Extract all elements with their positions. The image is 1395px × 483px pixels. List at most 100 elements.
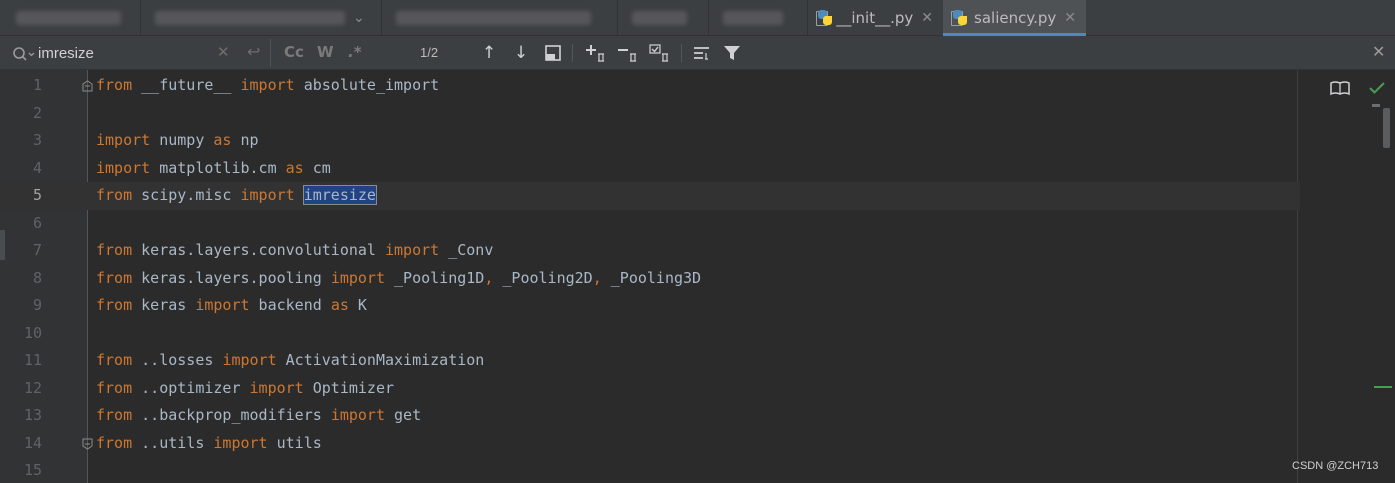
line-number: 14	[23, 433, 42, 452]
add-selection-icon[interactable]	[584, 42, 606, 64]
line-number: 4	[32, 158, 42, 177]
keyword-token: import	[330, 268, 385, 287]
blurred-tab-label	[723, 11, 783, 25]
code-lines: 1 from __future__ import absolute_import 2…	[0, 72, 1300, 483]
code-line[interactable]: 12 from ..optimizer import Optimizer	[0, 375, 1300, 403]
code-text: from ..optimizer import Optimizer	[96, 375, 394, 403]
keyword-token: from	[96, 406, 133, 424]
blurred-tab-label	[155, 11, 345, 25]
watermark: CSDN @ZCH713	[1292, 460, 1379, 472]
identifier-token: cm	[303, 158, 331, 177]
keyword-token: from	[96, 378, 133, 397]
keyword-token: import	[222, 351, 277, 369]
tab-blurred-1[interactable]	[0, 0, 140, 36]
identifier-token: ActivationMaximization	[276, 351, 485, 369]
tab-saliency-py[interactable]: saliency.py ✕	[943, 0, 1086, 36]
code-text: from ..utils import utils	[96, 430, 322, 458]
reader-mode-icon[interactable]	[1330, 80, 1350, 96]
keyword-token: from	[96, 76, 133, 94]
keyword-token: import	[96, 131, 151, 149]
search-input[interactable]	[38, 42, 213, 64]
keyword-token: from	[96, 268, 133, 287]
code-line[interactable]: 8 from keras.layers.pooling import _Pooli…	[0, 265, 1300, 293]
keyword-token: import	[330, 406, 385, 424]
tab-blurred-5[interactable]	[709, 0, 807, 36]
identifier-token: _Pooling2D	[493, 268, 593, 287]
code-text: from ..backprop_modifiers import get	[96, 402, 421, 430]
identifier-token	[295, 186, 304, 204]
code-line[interactable]: 11 from ..losses import ActivationMaximiz…	[0, 347, 1300, 375]
find-toolbar: ✕ ↩ Cc W .* 1/2 ↑ ↓ ✕	[0, 36, 1395, 70]
identifier-token: ..optimizer	[132, 378, 250, 397]
identifier-token: _Pooling3D	[601, 268, 702, 287]
tab-init-py[interactable]: __init__.py ✕	[808, 0, 943, 36]
search-icon[interactable]	[12, 46, 36, 62]
identifier-token: Optimizer	[303, 378, 395, 397]
code-line[interactable]: 15	[0, 457, 1300, 483]
fold-icon[interactable]	[82, 438, 93, 450]
code-line[interactable]: 14 from ..utils import utils	[0, 430, 1300, 458]
identifier-token: ..backprop_modifiers	[132, 406, 331, 424]
arrow-up-icon[interactable]: ↑	[478, 42, 500, 64]
identifier-token: ..utils	[132, 433, 214, 452]
chevron-down-icon[interactable]: ⌄	[353, 10, 365, 26]
keyword-token: from	[96, 433, 133, 452]
code-text: from scipy.misc import imresize	[96, 182, 377, 210]
identifier-token: np	[231, 131, 259, 149]
line-number: 1	[32, 76, 42, 94]
code-line[interactable]: 13 from ..backprop_modifiers import get	[0, 402, 1300, 430]
select-all-occurrences-icon[interactable]	[648, 42, 670, 64]
search-field: ✕ ↩	[6, 39, 271, 67]
code-line[interactable]: 4 import matplotlib.cm as cm	[0, 155, 1300, 183]
tab-label: saliency.py	[974, 9, 1057, 27]
code-editor[interactable]: 1 from __future__ import absolute_import 2…	[0, 70, 1395, 483]
code-line[interactable]: 7 from keras.layers.convolutional import …	[0, 237, 1300, 265]
clear-icon[interactable]: ✕	[217, 43, 230, 61]
keyword-token: import	[213, 433, 268, 452]
identifier-token: _Conv	[439, 241, 494, 259]
line-number: 13	[23, 406, 42, 424]
tab-blurred-4[interactable]	[618, 0, 708, 36]
keyword-token: as	[285, 158, 304, 177]
code-text: from keras import backend as K	[96, 292, 367, 320]
code-text: from keras.layers.pooling import _Poolin…	[96, 265, 701, 293]
words-toggle[interactable]: W	[317, 43, 334, 61]
identifier-token: get	[385, 406, 422, 424]
code-text: from __future__ import absolute_import	[96, 72, 439, 100]
tab-blurred-3[interactable]	[382, 0, 617, 36]
open-in-window-icon[interactable]	[542, 42, 564, 64]
identifier-token: ..losses	[132, 351, 223, 369]
close-icon[interactable]: ✕	[1064, 10, 1076, 26]
code-line[interactable]: 3 import numpy as np	[0, 127, 1300, 155]
line-number: 9	[32, 296, 42, 314]
check-icon[interactable]	[1368, 80, 1386, 96]
arrow-down-icon[interactable]: ↓	[510, 42, 532, 64]
filter-options-icon[interactable]	[691, 42, 713, 64]
close-icon[interactable]: ✕	[1372, 42, 1385, 61]
scrollbar-thumb[interactable]	[1383, 108, 1390, 148]
code-line[interactable]: 5 from scipy.misc import imresize	[0, 182, 1300, 210]
keyword-token: as	[213, 131, 232, 149]
newline-icon[interactable]: ↩	[247, 42, 260, 61]
remove-selection-icon[interactable]	[616, 42, 638, 64]
tab-blurred-2[interactable]: ⌄	[141, 0, 381, 36]
code-line[interactable]: 1 from __future__ import absolute_import	[0, 72, 1300, 100]
regex-toggle[interactable]: .*	[348, 43, 362, 61]
code-line[interactable]: 9 from keras import backend as K	[0, 292, 1300, 320]
line-number: 3	[32, 131, 42, 149]
change-marker[interactable]	[1374, 386, 1392, 388]
line-number: 8	[32, 268, 42, 287]
code-line[interactable]: 6	[0, 210, 1300, 238]
filter-icon[interactable]	[721, 42, 743, 64]
tab-label: __init__.py	[836, 9, 914, 27]
search-match-highlight: imresize	[302, 185, 377, 205]
match-case-toggle[interactable]: Cc	[284, 43, 304, 61]
keyword-token: import	[195, 296, 250, 314]
close-icon[interactable]: ✕	[921, 10, 933, 26]
code-line[interactable]: 2	[0, 100, 1300, 128]
identifier-token: backend	[249, 296, 331, 314]
line-number: 12	[23, 378, 42, 397]
scroll-marker	[1372, 104, 1380, 107]
code-line[interactable]: 10	[0, 320, 1300, 348]
fold-icon[interactable]	[82, 80, 93, 92]
